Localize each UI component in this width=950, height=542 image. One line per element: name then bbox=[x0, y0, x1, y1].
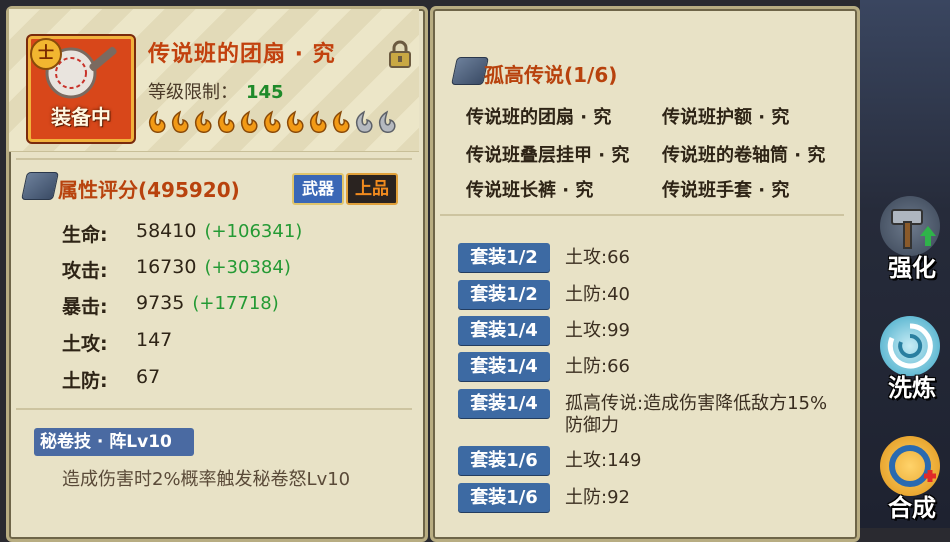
flame-star-filled-icon bbox=[309, 110, 327, 133]
skill-title: 秘卷技 · 阵Lv10 bbox=[34, 428, 194, 456]
rank-icon: 士 bbox=[30, 38, 62, 70]
set-bonus-text: 土攻:149 bbox=[565, 450, 642, 471]
item-title: 传说班的团扇 · 究 bbox=[148, 42, 336, 67]
stat-number: 9735 bbox=[136, 292, 185, 314]
set-bonus-text: 孤高传说:造成伤害降低敌方15%防御力 bbox=[565, 393, 828, 436]
set-piece: 传说班护额 · 究 bbox=[662, 107, 790, 128]
stat-value: 67 bbox=[136, 366, 160, 388]
set-piece: 传说班长裤 · 究 bbox=[466, 180, 594, 201]
set-bonus-tag: 套装1/6 bbox=[458, 446, 550, 475]
lock-icon[interactable] bbox=[387, 40, 413, 68]
flame-star-empty-icon bbox=[378, 110, 396, 133]
enhance-button[interactable]: 强化 bbox=[872, 196, 950, 290]
stat-bonus: (+106341) bbox=[204, 221, 303, 242]
stat-bonus: (+17718) bbox=[192, 293, 279, 314]
flame-star-filled-icon bbox=[332, 110, 350, 133]
synthesize-label: 合成 bbox=[888, 494, 936, 522]
set-bonus-text: 土攻:99 bbox=[565, 320, 630, 341]
set-bonus-text: 土防:40 bbox=[565, 284, 630, 305]
flame-star-filled-icon bbox=[286, 110, 304, 133]
stat-label: 暴击: bbox=[62, 296, 108, 318]
level-requirement: 等级限制： 145 bbox=[148, 78, 284, 104]
set-piece: 传说班的团扇 · 究 bbox=[466, 107, 612, 128]
stat-number: 16730 bbox=[136, 256, 197, 278]
set-bonus-text: 土防:92 bbox=[565, 487, 630, 508]
hammer-icon bbox=[880, 196, 940, 256]
set-bonus-tag: 套装1/2 bbox=[458, 243, 550, 272]
flame-star-filled-icon bbox=[240, 110, 258, 133]
stat-value: 58410 (+106341) bbox=[136, 220, 302, 242]
stat-value: 147 bbox=[136, 329, 172, 351]
skill-description: 造成伤害时2%概率触发秘卷怒Lv10 bbox=[62, 469, 351, 490]
stat-label: 生命: bbox=[62, 224, 108, 246]
flame-star-filled-icon bbox=[171, 110, 189, 133]
set-piece: 传说班的卷轴筒 · 究 bbox=[662, 145, 826, 166]
stat-number: 58410 bbox=[136, 220, 197, 242]
stat-label: 攻击: bbox=[62, 260, 108, 282]
enhance-label: 强化 bbox=[888, 254, 936, 282]
flame-star-empty-icon bbox=[355, 110, 373, 133]
refine-button[interactable]: 洗炼 bbox=[872, 316, 950, 410]
level-value: 145 bbox=[246, 82, 284, 103]
flame-star-filled-icon bbox=[263, 110, 281, 133]
set-bonus-tag: 套装1/4 bbox=[458, 389, 550, 418]
score-title: 属性评分(495920) bbox=[58, 178, 240, 202]
swirl-icon bbox=[880, 316, 940, 376]
divider bbox=[16, 158, 412, 160]
divider bbox=[440, 214, 844, 216]
refine-label: 洗炼 bbox=[888, 374, 936, 402]
set-piece: 传说班手套 · 究 bbox=[662, 180, 790, 201]
stat-bonus: (+30384) bbox=[204, 257, 291, 278]
divider bbox=[16, 408, 412, 410]
stat-label: 土攻: bbox=[62, 333, 108, 355]
type-tag: 武器 bbox=[292, 173, 344, 205]
quality-tag: 上品 bbox=[346, 173, 398, 205]
set-piece: 传说班叠层挂甲 · 究 bbox=[466, 145, 630, 166]
stat-label: 土防: bbox=[62, 370, 108, 392]
set-bonus-tag: 套装1/6 bbox=[458, 483, 550, 512]
score-section-icon bbox=[21, 172, 59, 200]
synthesize-button[interactable]: 合成 bbox=[872, 436, 950, 530]
set-bonus-text: 土防:66 bbox=[565, 356, 630, 377]
merge-icon bbox=[880, 436, 940, 496]
stat-value: 16730 (+30384) bbox=[136, 256, 291, 278]
set-bonus-tag: 套装1/4 bbox=[458, 352, 550, 381]
set-bonus-tag: 套装1/4 bbox=[458, 316, 550, 345]
stat-number: 147 bbox=[136, 329, 173, 351]
flame-star-filled-icon bbox=[194, 110, 212, 133]
level-label: 等级限制： bbox=[148, 82, 238, 103]
stat-value: 9735 (+17718) bbox=[136, 292, 279, 314]
flame-star-filled-icon bbox=[148, 110, 166, 133]
set-title: 孤高传说(1/6) bbox=[484, 63, 618, 87]
set-bonus-text: 土攻:66 bbox=[565, 247, 630, 268]
equipped-badge: 装备中 bbox=[51, 105, 111, 129]
set-bonus-tag: 套装1/2 bbox=[458, 280, 550, 309]
star-rating bbox=[146, 110, 398, 138]
flame-star-filled-icon bbox=[217, 110, 235, 133]
stat-number: 67 bbox=[136, 366, 161, 388]
